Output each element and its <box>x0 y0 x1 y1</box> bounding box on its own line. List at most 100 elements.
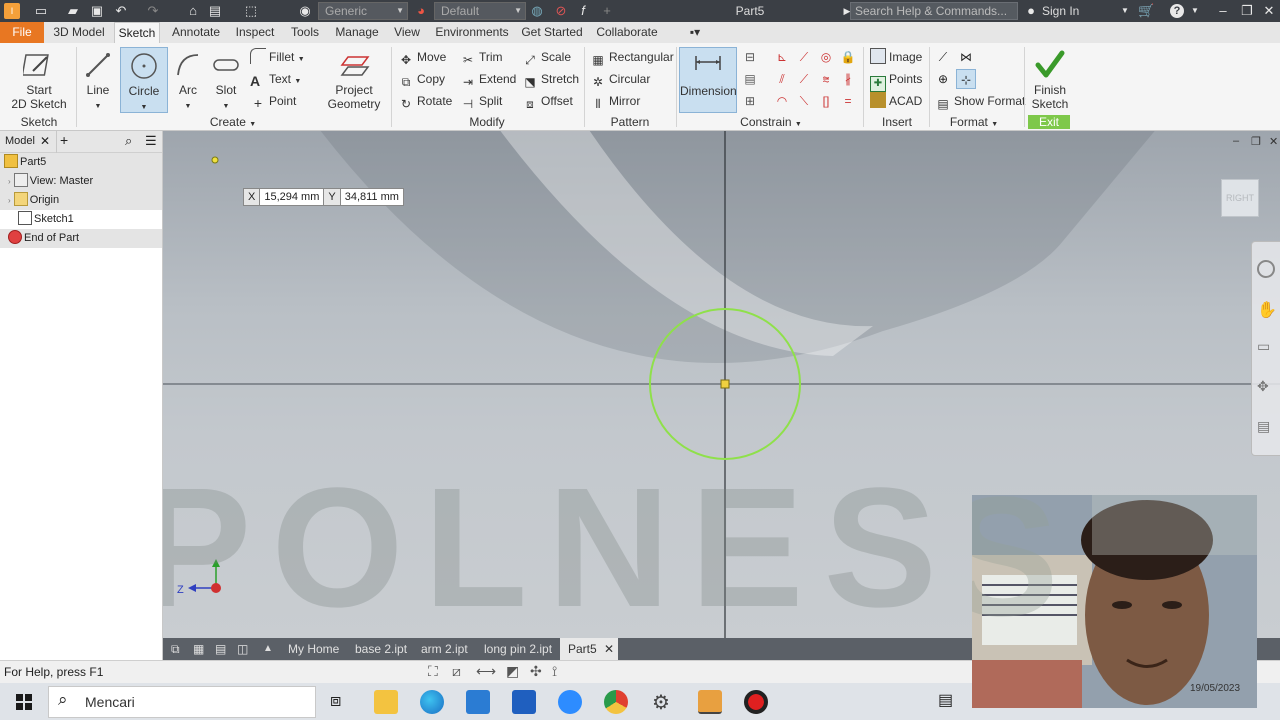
zoom-app-icon[interactable] <box>558 690 582 714</box>
acad-button[interactable]: ACAD <box>870 91 922 111</box>
chrome-icon[interactable] <box>604 690 628 714</box>
sketch-point[interactable] <box>211 156 219 164</box>
auto-dimension-icon[interactable]: ⊟ <box>740 47 760 67</box>
collinear-icon[interactable]: ⟋ <box>794 69 814 89</box>
settings-gear-icon[interactable]: ⚙ <box>652 690 676 714</box>
chevron-down-icon[interactable]: ▼ <box>1188 4 1202 18</box>
open-icon[interactable]: ▰ <box>66 4 80 18</box>
tree-item-view[interactable]: › View: Master <box>0 172 162 191</box>
smooth-icon[interactable]: ◠ <box>772 91 792 111</box>
zoom-icon[interactable]: ▭ <box>1257 338 1270 355</box>
windows-start-icon[interactable] <box>16 694 32 710</box>
edge-icon[interactable] <box>420 690 444 714</box>
tab-view[interactable]: View <box>388 22 426 43</box>
help-icon[interactable]: ? <box>1170 4 1184 18</box>
file-explorer-icon[interactable] <box>374 690 398 714</box>
horizontal-icon[interactable]: ⩬ <box>816 69 836 89</box>
slot-button[interactable]: Slot ▼ <box>208 47 244 113</box>
tab-file[interactable]: File <box>0 22 44 43</box>
inventor-logo-icon[interactable]: I <box>4 3 20 19</box>
copy-button[interactable]: ⧉ Copy <box>398 69 445 89</box>
rectangular-pattern-button[interactable]: ▦ Rectangular <box>590 47 673 67</box>
driven-dimension-icon[interactable]: ⊹ <box>956 69 976 89</box>
extend-button[interactable]: ⇥ Extend <box>460 69 516 89</box>
adjust-icon[interactable]: ◍ <box>530 4 544 18</box>
mirror-button[interactable]: ⫴ Mirror <box>590 91 640 111</box>
move-button[interactable]: ✥ Move <box>398 47 446 67</box>
tab-inspect[interactable]: Inspect <box>230 22 280 43</box>
fillet-button[interactable]: Fillet ▼ <box>250 47 305 67</box>
sign-in-link[interactable]: Sign In <box>1042 0 1079 22</box>
constrain-panel-label[interactable]: Constrain ▼ <box>736 115 806 129</box>
cart-icon[interactable]: 🛒 <box>1138 4 1154 18</box>
rotate-button[interactable]: ↻ Rotate <box>398 91 452 111</box>
tab-collaborate[interactable]: Collaborate <box>592 22 662 43</box>
pan-icon[interactable]: ✋ <box>1257 300 1277 320</box>
minimize-icon[interactable]: – <box>1216 4 1230 18</box>
cascade-icon[interactable]: ⧉ <box>171 638 180 660</box>
task-view-icon[interactable]: ⧈ <box>330 690 354 714</box>
center-point-icon[interactable]: ⊕ <box>933 69 953 89</box>
taskbar-search-input[interactable]: Mencari <box>48 686 316 718</box>
fix-icon[interactable]: 🔒 <box>838 47 858 67</box>
construction-icon[interactable]: ⟋ <box>933 47 953 67</box>
close-icon[interactable]: ✕ <box>1269 135 1278 148</box>
status-tool-icon[interactable]: ⛶ <box>428 663 438 680</box>
clear-icon[interactable]: ⊘ <box>554 4 568 18</box>
center-point[interactable] <box>720 379 730 389</box>
undo-icon[interactable]: ↶ <box>114 4 128 18</box>
doc-tab-base-2[interactable]: base 2.ipt <box>355 638 407 660</box>
appearance-dropdown[interactable]: Default ▼ <box>434 2 526 20</box>
tab-3d-model[interactable]: 3D Model <box>48 22 110 43</box>
project-geometry-button[interactable]: Project Geometry <box>320 47 388 113</box>
point-button[interactable]: + Point <box>250 91 296 111</box>
inventor-taskbar-icon[interactable] <box>698 690 722 714</box>
close-icon[interactable]: ✕ <box>1262 4 1276 18</box>
create-panel-label[interactable]: Create ▼ <box>200 115 266 129</box>
new-file-icon[interactable]: ▭ <box>34 4 48 18</box>
doc-tab-my-home[interactable]: My Home <box>288 638 339 660</box>
parallel-icon[interactable]: ⫽ <box>772 69 792 89</box>
status-tool-icon[interactable]: ✣ <box>530 663 542 680</box>
store-icon[interactable] <box>512 690 536 714</box>
material-icon[interactable]: ◉ <box>298 4 312 18</box>
select-icon[interactable]: ⬚ <box>244 4 258 18</box>
record-icon[interactable] <box>744 690 768 714</box>
circular-pattern-button[interactable]: ✲ Circular <box>590 69 650 89</box>
material-dropdown[interactable]: Generic ▼ <box>318 2 408 20</box>
ribbon-options-icon[interactable]: ▪▾ <box>680 22 710 43</box>
look-at-icon[interactable]: ▤ <box>1257 418 1270 435</box>
tile-horizontal-icon[interactable]: ▤ <box>215 638 226 660</box>
fx-icon[interactable]: f <box>576 4 590 18</box>
browser-tab-model[interactable]: Model <box>5 135 35 147</box>
save-icon[interactable]: ▣ <box>90 4 104 18</box>
vertical-icon[interactable]: [] <box>816 91 836 111</box>
split-button[interactable]: ⊣ Split <box>460 91 503 111</box>
show-format-button[interactable]: ▤ Show Format <box>935 91 1025 111</box>
offset-button[interactable]: ⧈ Offset <box>522 91 573 111</box>
steering-wheel-icon[interactable] <box>1257 260 1275 278</box>
concentric-icon[interactable]: ◎ <box>816 47 836 67</box>
perpendicular-icon[interactable]: ⊾ <box>772 47 792 67</box>
points-button[interactable]: ✚ Points <box>870 69 922 92</box>
plus-icon[interactable]: + <box>600 4 614 18</box>
status-tool-icon[interactable]: ⟷ <box>476 663 496 680</box>
doc-tab-long-pin-2[interactable]: long pin 2.ipt <box>484 638 552 660</box>
tab-tools[interactable]: Tools <box>284 22 326 43</box>
mail-icon[interactable] <box>466 690 490 714</box>
tab-annotate[interactable]: Annotate <box>166 22 226 43</box>
add-browser-icon[interactable]: + <box>60 132 68 148</box>
restore-icon[interactable]: ❐ <box>1251 135 1261 148</box>
chevron-down-icon[interactable]: ▼ <box>1118 4 1132 18</box>
format-panel-label[interactable]: Format ▼ <box>942 115 1006 129</box>
arc-button[interactable]: Arc ▼ <box>170 47 206 113</box>
coincident-icon[interactable]: ⟍ <box>794 91 814 111</box>
doc-tab-arm-2[interactable]: arm 2.ipt <box>421 638 468 660</box>
constraint-settings-icon[interactable]: ▤ <box>740 69 760 89</box>
status-tool-icon[interactable]: ⧄ <box>452 663 461 680</box>
line-button[interactable]: Line ▼ <box>78 47 118 113</box>
chevron-up-icon[interactable]: ▲ <box>263 638 273 660</box>
news-icon[interactable]: ▤ <box>938 690 962 714</box>
tab-environments[interactable]: Environments <box>432 22 512 43</box>
tree-item-origin[interactable]: › Origin <box>0 191 162 210</box>
